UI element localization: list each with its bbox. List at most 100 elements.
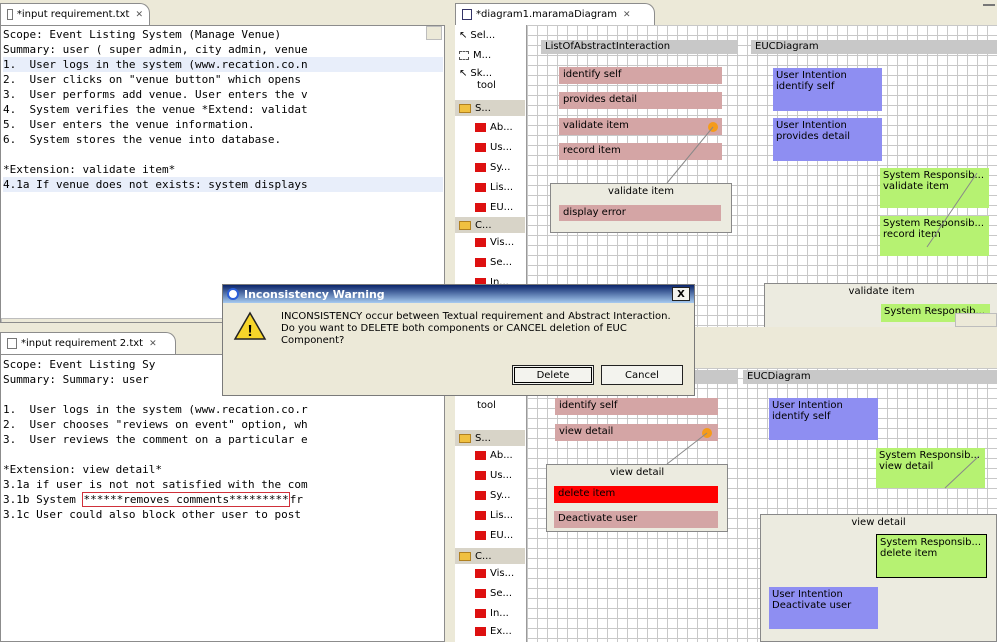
text-line: 2. User clicks on "venue button" which o… (3, 73, 302, 86)
shape-icon (475, 471, 486, 480)
text-line: *Extension: validate item* (3, 163, 176, 176)
shape-icon (475, 511, 486, 520)
connector-line (926, 172, 978, 248)
text-line: Scope: Event Listing Sy (3, 358, 156, 371)
drawer-s[interactable]: S... (455, 100, 525, 116)
tab-input-requirement-2[interactable]: *input requirement 2.txt ✕ (0, 332, 176, 354)
palette-item[interactable]: Ab... (475, 122, 513, 133)
selected-text-box[interactable]: ******removes comments********* (82, 492, 290, 507)
palette-item[interactable]: EU... (475, 202, 513, 213)
text-line: 4.1a If venue does not exists: system di… (3, 177, 443, 192)
palette-item[interactable]: Se... (475, 257, 512, 268)
text-line: 1. User logs in the system (www.recation… (3, 57, 443, 72)
shape-icon (475, 491, 486, 500)
folder-icon (459, 551, 471, 561)
shape-icon (475, 569, 486, 578)
arrow-pointer-icon: ↖ (459, 68, 468, 79)
text-line: 1. User logs in the system (www.recation… (3, 403, 308, 416)
dialog-message: INCONSISTENCY occur between Textual requ… (281, 311, 671, 346)
palette-item[interactable]: Us... (475, 142, 512, 153)
svg-text:!: ! (247, 323, 252, 340)
dialog-titlebar: Inconsistency Warning (223, 285, 694, 303)
text-line: 3. User performs add venue. User enters … (3, 88, 308, 101)
palette-item[interactable]: Ex... (475, 626, 512, 637)
cancel-button[interactable]: Cancel (601, 365, 683, 385)
connector-line (666, 432, 708, 465)
palette-item[interactable]: In... (475, 608, 509, 619)
palette-bottom: ↖Sk... tool S... Ab... Us... Sy... Lis..… (455, 368, 527, 642)
close-icon[interactable]: ✕ (149, 339, 157, 349)
connector-line (944, 455, 980, 489)
text-line: 4. System verifies the venue *Extend: va… (3, 103, 308, 116)
text-editor-bottom[interactable]: Scope: Event Listing Sy Summary: Summary… (0, 354, 445, 642)
shape-icon (475, 451, 486, 460)
text-line: 3. User reviews the comment on a particu… (3, 433, 308, 446)
scroll-up-button[interactable] (426, 26, 442, 40)
palette-item[interactable]: Lis... (475, 510, 513, 521)
shape-icon (475, 203, 486, 212)
text-file-icon (7, 338, 17, 349)
palette-item[interactable]: Vis... (475, 568, 514, 579)
sketch-tool-label: tool (477, 400, 496, 411)
text-line: 2. User chooses "reviews on event" optio… (3, 418, 308, 431)
text-line: *Extension: view detail* (3, 463, 162, 476)
palette-top: ↖ Sel... M... ↖ Sk... tool S... Ab... Us..… (455, 25, 527, 325)
tab-input-requirement[interactable]: *input requirement.txt ✕ (0, 3, 150, 25)
connector-line (666, 126, 714, 184)
sketch-tool-label: tool (477, 80, 496, 91)
text-file-icon (7, 9, 13, 20)
shape-icon (475, 589, 486, 598)
horizontal-scrollbar[interactable] (955, 313, 997, 327)
palette-item[interactable]: Ab... (475, 450, 513, 461)
shape-icon (475, 627, 486, 636)
drawer-s[interactable]: S... (455, 430, 525, 446)
text-line: 5. User enters the venue information. (3, 118, 255, 131)
diagram-canvas-bottom[interactable]: EUCDiagram identify self view detail vie… (527, 368, 997, 642)
shape-icon (475, 163, 486, 172)
warning-icon: ! (233, 311, 267, 340)
text-line: 3.1b System ******removes comments******… (3, 492, 304, 507)
palette-item[interactable]: Sy... (475, 162, 510, 173)
close-icon[interactable]: ✕ (135, 10, 143, 20)
sketch-tool[interactable]: ↖Sk... (459, 68, 492, 79)
palette-item[interactable]: Lis... (475, 182, 513, 193)
arrow-pointer-icon: ↖ (459, 30, 468, 41)
marquee-tool[interactable]: M... (459, 50, 491, 61)
palette-item[interactable]: Se... (475, 588, 512, 599)
connector-lines (666, 126, 978, 248)
text-editor-top[interactable]: Scope: Event Listing System (Manage Venu… (0, 25, 445, 323)
text-line: Summary: Summary: user (3, 373, 149, 386)
text-line: Scope: Event Listing System (Manage Venu… (3, 28, 282, 41)
palette-item[interactable]: Us... (475, 470, 512, 481)
text-line: Summary: user ( super admin, city admin,… (3, 43, 308, 56)
close-icon[interactable]: ✕ (623, 10, 631, 20)
text-line: 3.1c User could also block other user to… (3, 508, 302, 521)
shape-icon (475, 238, 486, 247)
inconsistency-warning-dialog: Inconsistency Warning X ! INCONSISTENCY … (222, 284, 695, 396)
diagram-canvas-top[interactable]: ListOfAbstractInteraction EUCDiagram ide… (527, 25, 997, 327)
select-tool[interactable]: ↖ Sel... (459, 30, 495, 41)
folder-icon (459, 103, 471, 113)
shape-icon (475, 609, 486, 618)
shape-icon (475, 258, 486, 267)
palette-item[interactable]: Vis... (475, 237, 514, 248)
marquee-icon (459, 51, 469, 60)
drawer-c[interactable]: C... (455, 548, 525, 564)
shape-icon (475, 143, 486, 152)
shape-icon (475, 123, 486, 132)
palette-item[interactable]: Sy... (475, 490, 510, 501)
minimize-icon[interactable] (983, 4, 995, 7)
text-line: 6. System stores the venue into database… (3, 133, 282, 146)
app-icon (227, 288, 239, 300)
palette-item[interactable]: EU... (475, 530, 513, 541)
dialog-close-button[interactable]: X (672, 287, 690, 301)
text-line: 3.1a if user is not not satisfied with t… (3, 478, 308, 491)
diagram-icon (462, 9, 472, 20)
shape-icon (475, 531, 486, 540)
folder-icon (459, 220, 471, 230)
drawer-c[interactable]: C... (455, 217, 525, 233)
delete-button[interactable]: Delete (512, 365, 594, 385)
connector-lines (666, 432, 980, 489)
shape-icon (475, 183, 486, 192)
tab-diagram[interactable]: *diagram1.maramaDiagram ✕ (455, 3, 655, 25)
